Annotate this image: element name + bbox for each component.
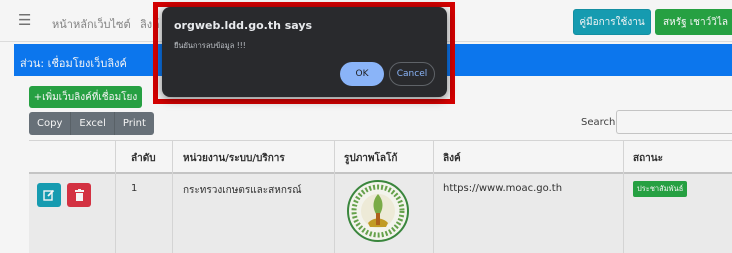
dialog-message: ยืนยันการลบข้อมูล !!! <box>174 41 246 50</box>
confirm-dialog: orgweb.ldd.go.th says ยืนยันการลบข้อมูล … <box>162 7 447 97</box>
dialog-title: orgweb.ldd.go.th says <box>174 19 313 32</box>
cancel-button[interactable]: Cancel <box>389 62 435 86</box>
ok-button[interactable]: OK <box>340 62 384 86</box>
